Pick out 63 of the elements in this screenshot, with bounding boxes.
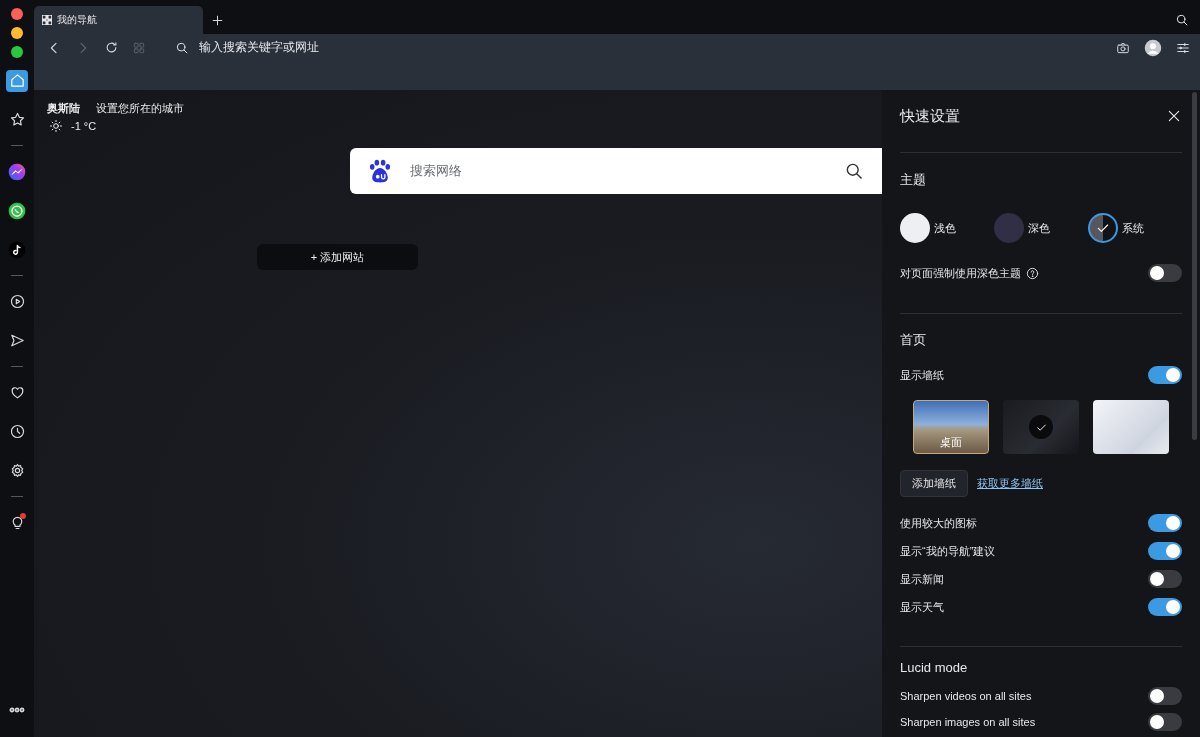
theme-swatch[interactable]	[994, 213, 1024, 243]
search-icon[interactable]	[1175, 13, 1189, 27]
setting-label: 显示墙纸	[900, 367, 944, 383]
theme-label: 系统	[1122, 220, 1144, 236]
search-icon	[175, 40, 189, 55]
setting-label: 显示新闻	[900, 571, 944, 587]
setting-label: 对页面强制使用深色主题	[900, 265, 1021, 281]
clock-icon	[8, 423, 26, 440]
theme-swatch[interactable]	[1088, 213, 1118, 243]
temperature: -1 °C	[71, 119, 97, 132]
wallpaper-thumbnail[interactable]	[1003, 400, 1079, 454]
search-field[interactable]: 搜索网络	[350, 148, 882, 194]
wallpaper-thumbnail[interactable]	[1093, 400, 1169, 454]
section-heading: 首页	[900, 331, 927, 349]
sliders-icon[interactable]	[1176, 40, 1190, 55]
grid-icon	[42, 15, 52, 25]
setting-label: Sharpen images on all sites	[900, 716, 1036, 728]
theme-swatch[interactable]	[900, 213, 930, 243]
sun-icon	[49, 118, 63, 133]
play-icon	[8, 293, 26, 310]
setting-label: Sharpen videos on all sites	[900, 690, 1032, 702]
camera-icon[interactable]	[1116, 40, 1130, 55]
send-icon	[8, 332, 26, 349]
close-icon[interactable]	[1166, 108, 1182, 124]
star-icon	[8, 111, 26, 128]
toggle-switch[interactable]	[1148, 713, 1182, 731]
home-icon	[8, 72, 26, 89]
more-wallpapers-link[interactable]: 获取更多墙纸	[977, 476, 1043, 491]
plus-icon[interactable]	[211, 13, 224, 27]
section-heading: Lucid mode	[900, 659, 969, 677]
zoom-window-button[interactable]	[11, 46, 23, 58]
add-site-button[interactable]: + 添加网站	[257, 244, 418, 270]
browser-tab[interactable]: 我的导航	[34, 6, 203, 34]
theme-label: 浅色	[934, 220, 956, 236]
setting-label: 显示天气	[900, 599, 944, 615]
more-icon	[9, 706, 25, 713]
photo-placeholder[interactable]: 桌面	[913, 400, 989, 454]
theme-label: 深色	[1028, 220, 1050, 236]
add-wallpaper-button[interactable]: 添加墙纸	[900, 470, 968, 497]
address-field[interactable]: 输入搜索关键字或网址	[199, 39, 319, 56]
reload-icon[interactable]	[104, 40, 119, 55]
toggle-switch[interactable]	[1148, 264, 1182, 282]
setting-label: 使用较大的图标	[900, 515, 977, 531]
toggle-switch[interactable]	[1148, 598, 1182, 616]
minimize-window-button[interactable]	[11, 27, 23, 39]
panel-title: 快速设置	[900, 106, 960, 126]
toggle-switch[interactable]	[1148, 514, 1182, 532]
toggle-switch[interactable]	[1148, 687, 1182, 705]
toggle-switch[interactable]	[1148, 366, 1182, 384]
set-city-link[interactable]: 设置您所在的城市	[96, 101, 184, 116]
scrollbar[interactable]	[1192, 92, 1197, 440]
setting-label: 显示“我的导航”建议	[900, 543, 996, 559]
help-icon[interactable]	[1026, 266, 1039, 280]
toggle-switch[interactable]	[1148, 542, 1182, 560]
search-icon[interactable]	[844, 161, 864, 181]
close-window-button[interactable]	[11, 8, 23, 20]
toggle-switch[interactable]	[1148, 570, 1182, 588]
avatar-icon[interactable]	[1144, 38, 1162, 57]
city-name: 奥斯陆	[47, 101, 80, 116]
messenger-icon	[7, 161, 27, 182]
phone-chat-icon	[7, 200, 27, 221]
music-note-icon	[7, 239, 27, 260]
section-heading: 主题	[900, 171, 927, 189]
